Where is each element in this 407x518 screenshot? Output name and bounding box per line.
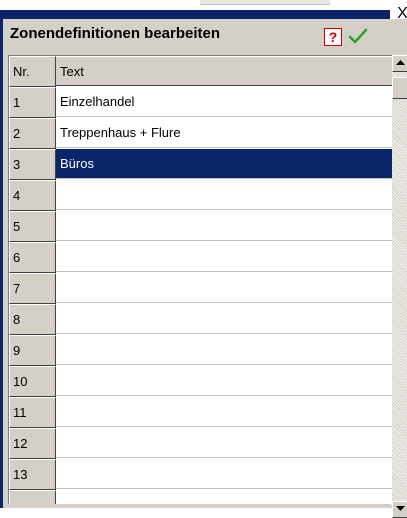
table-row[interactable]: 13 <box>9 459 392 490</box>
close-button[interactable]: X <box>395 5 407 22</box>
window-titlebar <box>0 10 390 19</box>
text-cell[interactable]: Treppenhaus + Flure <box>56 118 392 148</box>
table-row[interactable]: 8 <box>9 304 392 335</box>
table-header-row: Nr. Text <box>9 56 392 87</box>
text-cell[interactable] <box>56 211 392 241</box>
text-cell[interactable] <box>56 335 392 365</box>
row-number-cell[interactable]: 12 <box>9 428 56 459</box>
scroll-down-button[interactable] <box>392 501 407 518</box>
table-row[interactable]: 6 <box>9 242 392 273</box>
dialog-header: Zonendefinitionen bearbeiten ? X <box>3 5 407 52</box>
table-row[interactable]: 9 <box>9 335 392 366</box>
table-row[interactable]: 11 <box>9 397 392 428</box>
table-row[interactable]: 3 Büros <box>9 149 392 180</box>
help-button[interactable]: ? <box>324 28 342 46</box>
row-number-cell[interactable]: 10 <box>9 366 56 397</box>
text-cell[interactable] <box>56 459 392 489</box>
row-number-cell[interactable]: 3 <box>9 149 56 180</box>
arrow-up-icon <box>396 60 405 65</box>
scroll-up-button[interactable] <box>392 55 407 72</box>
background-strip <box>0 0 407 10</box>
background-decoration <box>200 0 330 5</box>
table-row[interactable]: 12 <box>9 428 392 459</box>
text-cell[interactable] <box>56 428 392 458</box>
column-header-text[interactable]: Text <box>56 56 392 86</box>
row-number-cell[interactable] <box>9 490 56 505</box>
table-bottom-edge <box>8 504 391 508</box>
row-number-cell[interactable]: 1 <box>9 87 56 118</box>
row-number-cell[interactable]: 7 <box>9 273 56 304</box>
zone-table: Nr. Text 1 Einzelhandel 2 Treppenhaus + Flu… <box>8 55 392 505</box>
table-row[interactable]: 2 Treppenhaus + Flure <box>9 118 392 149</box>
text-cell[interactable] <box>56 397 392 427</box>
table-row[interactable]: 4 <box>9 180 392 211</box>
column-header-nr[interactable]: Nr. <box>9 56 56 87</box>
dialog-title: Zonendefinitionen bearbeiten <box>10 25 221 42</box>
table-row[interactable] <box>9 490 392 505</box>
table-row[interactable]: 5 <box>9 211 392 242</box>
text-cell[interactable] <box>56 180 392 210</box>
text-cell[interactable] <box>56 273 392 303</box>
row-number-cell[interactable]: 5 <box>9 211 56 242</box>
text-cell[interactable] <box>56 366 392 396</box>
table-row[interactable]: 7 <box>9 273 392 304</box>
text-cell[interactable] <box>56 242 392 272</box>
vertical-scrollbar[interactable] <box>392 55 407 518</box>
text-cell[interactable]: Büros <box>56 149 392 179</box>
table-row[interactable]: 1 Einzelhandel <box>9 87 392 118</box>
zone-definitions-dialog: Zonendefinitionen bearbeiten ? X Nr. Tex… <box>0 5 407 518</box>
text-cell[interactable] <box>56 304 392 334</box>
checkmark-icon <box>348 28 368 44</box>
text-cell[interactable]: Einzelhandel <box>56 87 392 117</box>
text-cell[interactable] <box>56 490 392 505</box>
row-number-cell[interactable]: 11 <box>9 397 56 428</box>
arrow-down-icon <box>396 506 405 511</box>
row-number-cell[interactable]: 9 <box>9 335 56 366</box>
row-number-cell[interactable]: 8 <box>9 304 56 335</box>
row-number-cell[interactable]: 6 <box>9 242 56 273</box>
table-row[interactable]: 10 <box>9 366 392 397</box>
row-number-cell[interactable]: 2 <box>9 118 56 149</box>
scroll-thumb[interactable] <box>392 77 407 99</box>
ok-button[interactable] <box>347 25 369 47</box>
row-number-cell[interactable]: 13 <box>9 459 56 490</box>
row-number-cell[interactable]: 4 <box>9 180 56 211</box>
